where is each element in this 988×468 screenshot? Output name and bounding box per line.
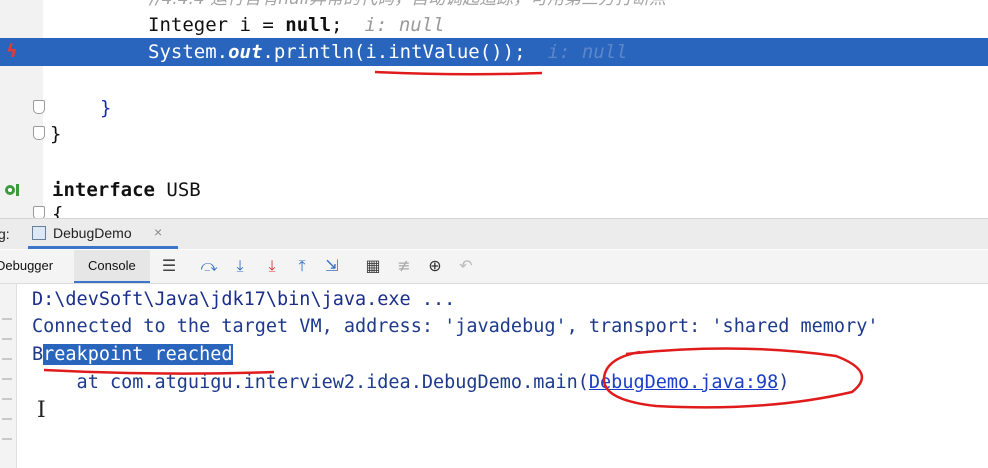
tool-window-title: g:: [0, 226, 10, 242]
code-line-open-brace: {: [0, 200, 988, 218]
console-gutter: [0, 284, 17, 468]
step-over-icon[interactable]: ⤓: [230, 256, 250, 276]
tab-debugdemo[interactable]: DebugDemo ×: [28, 219, 178, 249]
tab-console-label: Console: [88, 258, 136, 273]
console-line: Connected to the target VM, address: 'ja…: [32, 316, 879, 337]
step-out-icon[interactable]: ⤒: [292, 256, 312, 276]
force-step-into-icon[interactable]: ⤓: [262, 256, 282, 276]
closing-brace: }: [50, 123, 62, 145]
debug-tool-window-tabs: g: DebugDemo ×: [0, 218, 988, 249]
code-line-declaration: Integer i = null; i: null: [0, 11, 988, 39]
closing-brace: }: [100, 97, 112, 119]
text-cursor-icon: I: [37, 398, 46, 423]
null-keyword: null: [285, 14, 332, 36]
console-text: B: [32, 344, 44, 365]
class-token: System.: [148, 41, 229, 63]
show-execution-point-icon[interactable]: ⤼: [199, 256, 219, 276]
code-line-current-execution: ϟ System.out.println(i.intValue()); i: nu…: [0, 38, 988, 66]
code-text: System.out.println(i.intValue()); i: null: [148, 38, 628, 66]
tab-debugger[interactable]: Debugger: [0, 258, 53, 273]
annotation-underline: [43, 368, 275, 375]
code-line-close-outer: }: [0, 120, 988, 148]
annotation-circle: [602, 347, 864, 409]
code-text: Integer i = null; i: null: [148, 11, 445, 39]
undo-icon[interactable]: ↶: [456, 256, 476, 276]
tab-label: DebugDemo: [53, 225, 132, 241]
inline-value-hint: i: null: [364, 14, 445, 36]
exception-breakpoint-icon[interactable]: ϟ: [6, 42, 24, 62]
close-icon[interactable]: ×: [154, 224, 162, 240]
selected-text: reakpoint reached: [43, 344, 233, 365]
menu-lines-icon[interactable]: ☰: [159, 256, 179, 276]
console-side-toolbar[interactable]: [2, 300, 12, 440]
type-token: Integer: [148, 14, 229, 36]
code-editor[interactable]: //4.4.4 运行含有null异常的代码，自动调起追踪，可用第三方打断点 In…: [0, 0, 988, 218]
call-token: .println(i.intValue());: [262, 41, 526, 63]
trace-icon[interactable]: ≢: [394, 256, 414, 276]
inline-value-hint: i: null: [547, 41, 628, 63]
opening-brace: {: [52, 203, 64, 218]
console-line: D:\devSoft\Java\jdk17\bin\java.exe ...: [32, 289, 456, 310]
run-config-icon: [32, 226, 46, 240]
code-line-close-inner: }: [0, 94, 988, 122]
globe-icon[interactable]: ⊕: [425, 256, 445, 276]
interface-keyword: interface: [52, 179, 155, 201]
field-token: out: [228, 41, 263, 63]
evaluate-expression-icon[interactable]: ▦: [363, 256, 383, 276]
debug-toolbar: Debugger Console ☰ ⤼ ⤓ ⤓ ⤒ ⇲ ▦ ≢ ⊕ ↶: [0, 250, 988, 284]
tab-console[interactable]: Console: [74, 250, 150, 283]
semicolon: ;: [331, 14, 343, 36]
interface-name: USB: [154, 179, 201, 201]
run-to-cursor-icon[interactable]: ⇲: [322, 256, 342, 276]
annotation-underline: [374, 70, 543, 76]
var-token: i =: [228, 14, 286, 36]
